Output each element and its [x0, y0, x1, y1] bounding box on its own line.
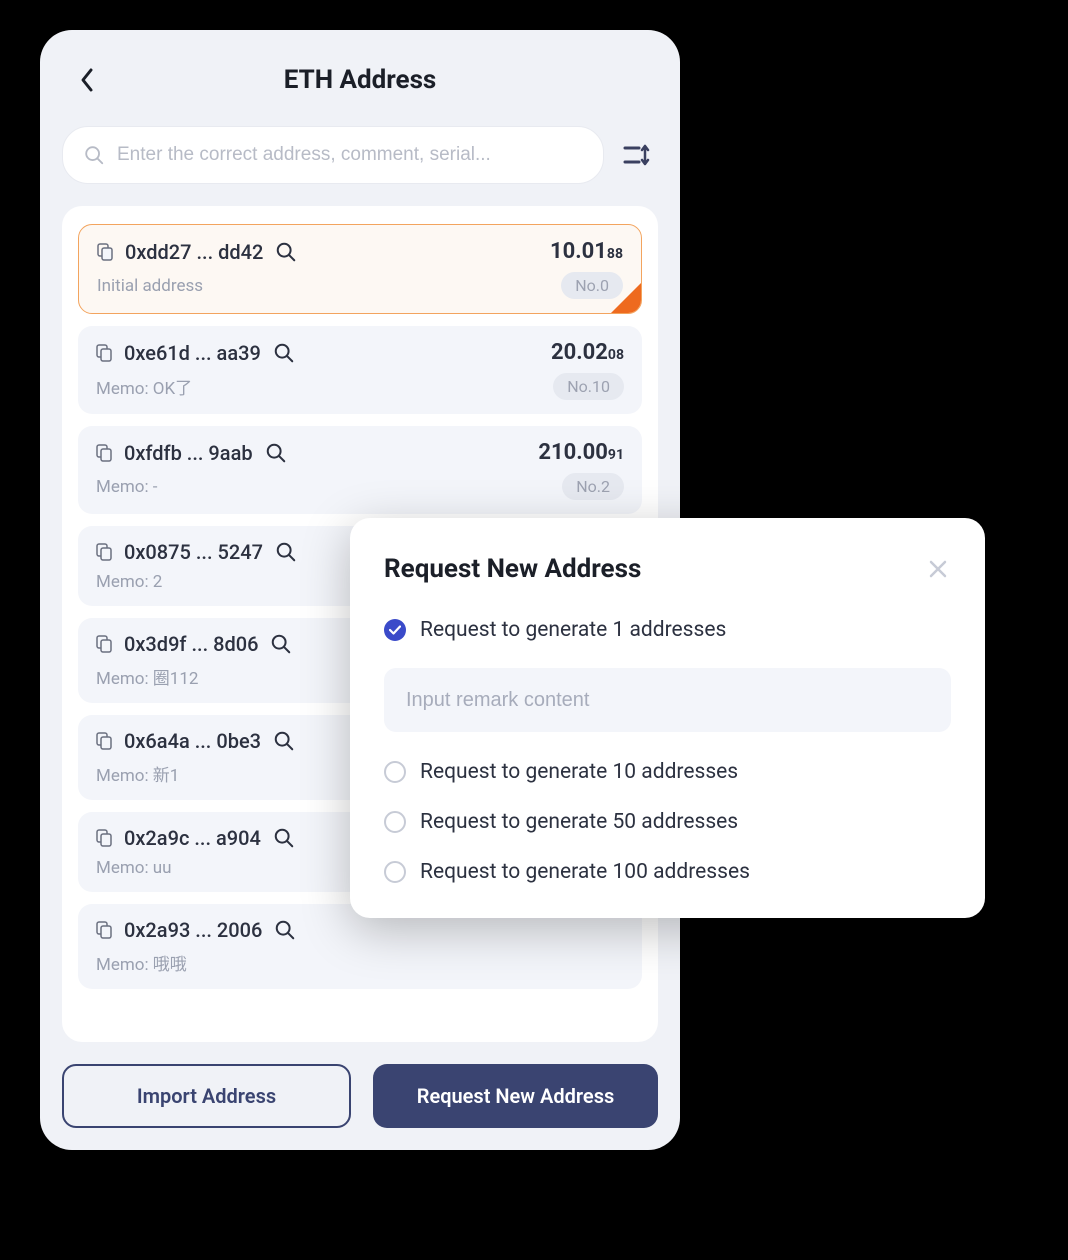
bottom-bar: Import Address Request New Address	[62, 1064, 658, 1128]
balance: 20.0208	[551, 340, 624, 365]
copy-icon[interactable]	[96, 344, 112, 362]
magnify-icon[interactable]	[275, 241, 297, 263]
address-card[interactable]: 0xfdfb ... 9aab 210.0091 Memo: - No.2	[78, 426, 642, 514]
radio-checked-icon	[384, 619, 406, 641]
option-label: Request to generate 10 addresses	[420, 760, 738, 784]
import-address-button[interactable]: Import Address	[62, 1064, 351, 1128]
modal-options: Request to generate 1 addresses Request t…	[384, 618, 951, 884]
search-box[interactable]	[62, 126, 604, 184]
option-label: Request to generate 1 addresses	[420, 618, 726, 642]
address-text: 0x2a93 ... 2006	[124, 918, 262, 942]
copy-icon[interactable]	[97, 243, 113, 261]
magnify-icon[interactable]	[273, 730, 295, 752]
modal-close-button[interactable]	[925, 556, 951, 582]
memo-text: Initial address	[97, 276, 203, 296]
generate-option[interactable]: Request to generate 10 addresses	[384, 760, 951, 784]
memo-text: Memo: uu	[96, 858, 172, 878]
balance: 10.0188	[550, 239, 623, 264]
magnify-icon[interactable]	[275, 541, 297, 563]
generate-option[interactable]: Request to generate 1 addresses	[384, 618, 951, 642]
selected-flag-icon	[609, 281, 642, 314]
address-text: 0x2a9c ... a904	[124, 826, 261, 850]
address-text: 0xfdfb ... 9aab	[124, 441, 253, 465]
balance: 210.0091	[538, 440, 624, 465]
close-icon	[929, 560, 947, 578]
magnify-icon[interactable]	[270, 633, 292, 655]
address-card[interactable]: 0xe61d ... aa39 20.0208 Memo: OK了 No.10	[78, 326, 642, 414]
sort-icon	[623, 142, 653, 168]
radio-unchecked-icon	[384, 761, 406, 783]
memo-text: Memo: OK了	[96, 374, 192, 399]
request-new-address-button[interactable]: Request New Address	[373, 1064, 658, 1128]
header: ETH Address	[62, 52, 658, 108]
address-text: 0x6a4a ... 0be3	[124, 729, 261, 753]
address-card[interactable]: 0xdd27 ... dd4210.0188Initial addressNo.…	[78, 224, 642, 314]
modal-header: Request New Address	[384, 554, 951, 584]
magnify-icon[interactable]	[265, 442, 287, 464]
memo-text: Memo: 新1	[96, 761, 179, 786]
index-badge: No.10	[553, 373, 624, 400]
modal-title: Request New Address	[384, 554, 641, 584]
copy-icon[interactable]	[96, 732, 112, 750]
search-icon	[83, 144, 105, 166]
memo-text: Memo: 2	[96, 572, 162, 592]
copy-icon[interactable]	[96, 444, 112, 462]
sort-button[interactable]	[618, 135, 658, 175]
address-text: 0x0875 ... 5247	[124, 540, 263, 564]
chevron-left-icon	[79, 67, 95, 93]
magnify-icon[interactable]	[273, 827, 295, 849]
address-text: 0xdd27 ... dd42	[125, 240, 263, 264]
magnify-icon[interactable]	[273, 342, 295, 364]
back-button[interactable]	[72, 65, 102, 95]
radio-unchecked-icon	[384, 811, 406, 833]
address-text: 0x3d9f ... 8d06	[124, 632, 258, 656]
generate-option[interactable]: Request to generate 50 addresses	[384, 810, 951, 834]
copy-icon[interactable]	[96, 921, 112, 939]
copy-icon[interactable]	[96, 635, 112, 653]
index-badge: No.2	[562, 473, 624, 500]
copy-icon[interactable]	[96, 829, 112, 847]
option-label: Request to generate 50 addresses	[420, 810, 738, 834]
page-title: ETH Address	[284, 65, 437, 95]
radio-unchecked-icon	[384, 861, 406, 883]
magnify-icon[interactable]	[274, 919, 296, 941]
remark-input[interactable]	[384, 668, 951, 732]
memo-text: Memo: 圈112	[96, 664, 198, 689]
address-text: 0xe61d ... aa39	[124, 341, 261, 365]
memo-text: Memo: 哦哦	[96, 950, 187, 975]
memo-text: Memo: -	[96, 477, 158, 497]
request-address-modal: Request New Address Request to generate …	[350, 518, 985, 918]
search-row	[62, 126, 658, 184]
search-input[interactable]	[117, 144, 583, 166]
option-label: Request to generate 100 addresses	[420, 860, 750, 884]
copy-icon[interactable]	[96, 543, 112, 561]
generate-option[interactable]: Request to generate 100 addresses	[384, 860, 951, 884]
